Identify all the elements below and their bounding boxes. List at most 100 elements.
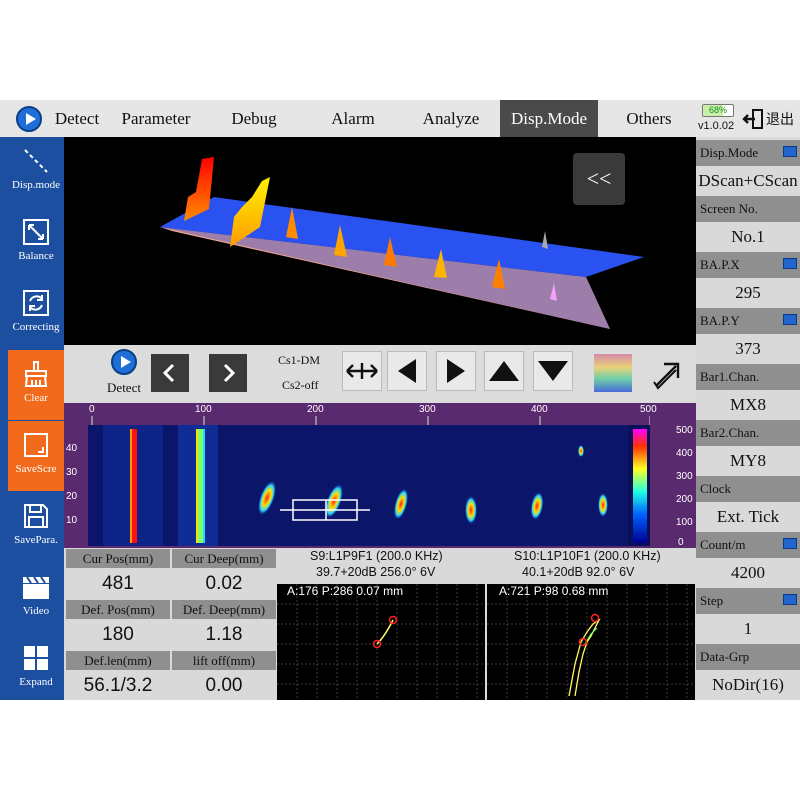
keyboard-icon[interactable]	[783, 314, 797, 325]
save-para-button[interactable]: SavePara.	[8, 492, 64, 562]
screenshot-icon	[24, 433, 48, 457]
x-tick-200: 200	[307, 404, 324, 415]
count-value[interactable]: 4200	[696, 558, 800, 588]
expand-button[interactable]: Expand	[8, 634, 64, 704]
save-screen-button[interactable]: SaveScre	[8, 421, 64, 491]
data-grp-value[interactable]: NoDir(16)	[696, 670, 800, 700]
step-value[interactable]: 1	[696, 614, 800, 644]
x-tick-300: 300	[419, 404, 436, 415]
tab-parameter[interactable]: Parameter	[108, 100, 204, 137]
defect-indication-4	[465, 496, 477, 524]
disp-mode-param-value[interactable]: DScan+CScan	[696, 166, 800, 196]
cscan-red-line	[132, 429, 137, 543]
step-label: Step	[696, 588, 800, 614]
balance-button[interactable]: Balance	[8, 208, 64, 278]
move-up-button[interactable]	[484, 351, 524, 391]
move-down-button[interactable]	[533, 351, 573, 391]
bapy-value[interactable]: 373	[696, 334, 800, 364]
cs2-status: Cs2-off	[282, 378, 319, 392]
bapx-label: BA.P.X	[696, 252, 800, 278]
def-deep-value: 1.18	[205, 624, 243, 645]
screen-no-value[interactable]: No.1	[696, 222, 800, 252]
disp-mode-param-label: Disp.Mode	[696, 140, 800, 166]
cscan-plot[interactable]	[88, 425, 650, 546]
correcting-button[interactable]: Correcting	[8, 279, 64, 349]
bar1-chan-value[interactable]: MX8	[696, 390, 800, 420]
bapx-value[interactable]: 295	[696, 278, 800, 308]
cur-pos-value: 481	[102, 573, 134, 594]
def-len-label: Def.len(mm)	[66, 651, 170, 670]
x-axis-ticks	[91, 416, 650, 425]
defect-indication-7	[578, 445, 584, 457]
cscan-panel[interactable]: 0 100 200 300 400 500 40 30 20 10 500 40…	[64, 403, 696, 548]
exit-label[interactable]: 退出	[766, 109, 794, 129]
bar2-chan-value[interactable]: MY8	[696, 446, 800, 476]
keyboard-icon[interactable]	[783, 258, 797, 269]
scan-3d-view[interactable]: <<	[64, 137, 696, 345]
clock-value[interactable]: Ext. Tick	[696, 502, 800, 532]
x-tick-500: 500	[640, 404, 657, 415]
cs1-status: Cs1-DM	[278, 353, 321, 367]
cur-deep-label: Cur Deep(mm)	[172, 549, 276, 568]
keyboard-icon[interactable]	[783, 538, 797, 549]
clear-button[interactable]: Clear	[8, 350, 64, 420]
arrow-up-right-icon	[653, 362, 680, 390]
stretch-button[interactable]	[342, 351, 382, 391]
signal-peak-8	[542, 231, 548, 249]
tab-analyze[interactable]: Analyze	[404, 100, 498, 137]
ascan2-channel: S10:L1P10F1 (200.0 KHz)	[514, 549, 661, 563]
ascan-2-end-marker	[590, 613, 600, 623]
prev-button[interactable]	[151, 354, 189, 392]
y-tick-10: 10	[66, 515, 78, 526]
y-tick-20: 20	[66, 491, 78, 502]
expand-label: Expand	[19, 676, 53, 688]
exit-icon[interactable]	[742, 108, 764, 130]
correcting-label: Correcting	[12, 321, 60, 333]
chevron-right-icon	[223, 363, 236, 383]
color-tick-100: 100	[676, 517, 693, 528]
collapse-panel-button[interactable]: <<	[573, 153, 625, 205]
bar2-chan-label: Bar2.Chan.	[696, 420, 800, 446]
move-right-button[interactable]	[436, 351, 476, 391]
y-tick-40: 40	[66, 443, 78, 454]
ascan1-channel: S9:L1P9F1 (200.0 KHz)	[310, 549, 443, 563]
brush-icon	[24, 361, 48, 387]
floppy-icon	[24, 504, 48, 528]
keyboard-icon[interactable]	[783, 594, 797, 605]
app-logo-icon[interactable]	[16, 106, 42, 132]
video-button[interactable]: Video	[8, 563, 64, 633]
next-button[interactable]	[209, 354, 247, 392]
color-tick-0: 0	[678, 537, 684, 548]
y-tick-30: 30	[66, 467, 78, 478]
expand-view-button[interactable]	[648, 354, 688, 394]
detect-label: Detect	[107, 380, 141, 395]
def-pos-value: 180	[102, 624, 134, 645]
tab-disp-mode[interactable]: Disp.Mode	[500, 100, 598, 137]
clock-label: Clock	[696, 476, 800, 502]
horizontal-stretch-icon	[346, 363, 378, 379]
diagonal-dashes-icon	[24, 149, 48, 173]
disp-mode-button[interactable]: Disp.mode	[8, 137, 64, 207]
defect-indication-6	[598, 493, 608, 517]
tab-debug[interactable]: Debug	[208, 100, 300, 137]
count-label: Count/m	[696, 532, 800, 558]
tab-others[interactable]: Others	[602, 100, 696, 137]
detect-button[interactable]: Detect	[94, 349, 154, 401]
grid-icon	[24, 646, 48, 670]
palette-button[interactable]	[592, 352, 634, 394]
x-tick-400: 400	[531, 404, 548, 415]
cur-deep-value: 0.02	[205, 573, 243, 594]
chevron-left-icon	[162, 363, 175, 383]
move-left-button[interactable]	[387, 351, 427, 391]
ascan-2-trace	[568, 618, 601, 697]
ascan-plot-1[interactable]: A:176 P:286 0.07 mm	[277, 584, 485, 700]
detect-play-icon	[111, 349, 137, 375]
battery-indicator: 68%	[702, 104, 734, 117]
lift-off-label: lift off(mm)	[172, 651, 276, 670]
tab-alarm[interactable]: Alarm	[306, 100, 400, 137]
ascan1-params: 39.7+20dB 256.0° 6V	[316, 565, 436, 579]
tab-detect[interactable]: Detect	[46, 100, 108, 137]
ascan-plot-2[interactable]: A:721 P:98 0.68 mm	[487, 584, 695, 700]
keyboard-icon[interactable]	[783, 146, 797, 157]
ascan2-params: 40.1+20dB 92.0° 6V	[522, 565, 635, 579]
